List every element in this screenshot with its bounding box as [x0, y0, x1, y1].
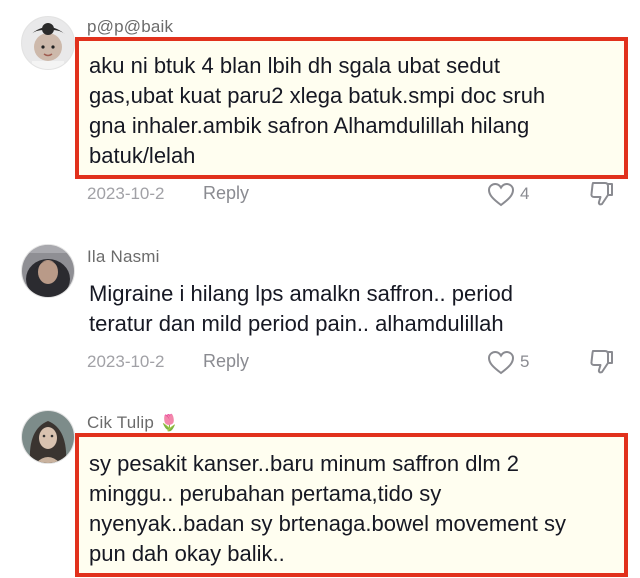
comment-text: sy pesakit kanser..baru minum saffron dl…	[89, 451, 566, 566]
like-count: 4	[520, 184, 530, 203]
user-avatar[interactable]	[21, 410, 75, 464]
comment-username[interactable]: Cik Tulip 🌷	[87, 413, 179, 433]
portrait-photo-avatar-icon	[22, 411, 74, 463]
tulip-emoji: 🌷	[158, 415, 180, 432]
comment-username[interactable]: p@p@baik	[87, 17, 173, 37]
reply-button[interactable]: Reply	[203, 183, 249, 204]
user-avatar[interactable]	[21, 16, 75, 70]
user-avatar[interactable]	[21, 244, 75, 298]
comment-text: aku ni btuk 4 blan lbih dh sgala ubat se…	[89, 53, 546, 168]
thumbs-down-icon	[590, 350, 613, 374]
child-photo-avatar-icon	[22, 17, 74, 69]
heart-icon	[487, 350, 515, 375]
dislike-button[interactable]	[589, 180, 615, 213]
like-count: 5	[520, 352, 530, 371]
comment-body: Migraine i hilang lps amalkn saffron.. p…	[79, 277, 628, 343]
comment-date: 2023-10-2	[87, 352, 165, 371]
comment-meta: 2023-10-2 Reply 5	[87, 348, 626, 378]
hijab-photo-avatar-icon	[22, 245, 74, 297]
comment-item: Ila Nasmi Migraine i hilang lps amalkn s…	[0, 215, 640, 385]
comment-item: p@p@baik aku ni btuk 4 blan lbih dh sgal…	[0, 0, 640, 215]
reply-button[interactable]: Reply	[203, 351, 249, 372]
highlight-box: aku ni btuk 4 blan lbih dh sgala ubat se…	[75, 37, 628, 179]
comment-meta: 2023-10-2 Reply 4	[87, 180, 626, 210]
username-text: Cik Tulip	[87, 413, 154, 432]
dislike-button[interactable]	[589, 348, 615, 381]
heart-icon	[487, 182, 515, 207]
thumbs-down-icon	[590, 182, 613, 206]
comment-text: Migraine i hilang lps amalkn saffron.. p…	[89, 281, 513, 336]
comment-item: Cik Tulip 🌷 sy pesakit kanser..baru minu…	[0, 385, 640, 578]
comment-date: 2023-10-2	[87, 184, 165, 203]
comment-username[interactable]: Ila Nasmi	[87, 247, 160, 267]
highlight-box: sy pesakit kanser..baru minum saffron dl…	[75, 433, 628, 577]
